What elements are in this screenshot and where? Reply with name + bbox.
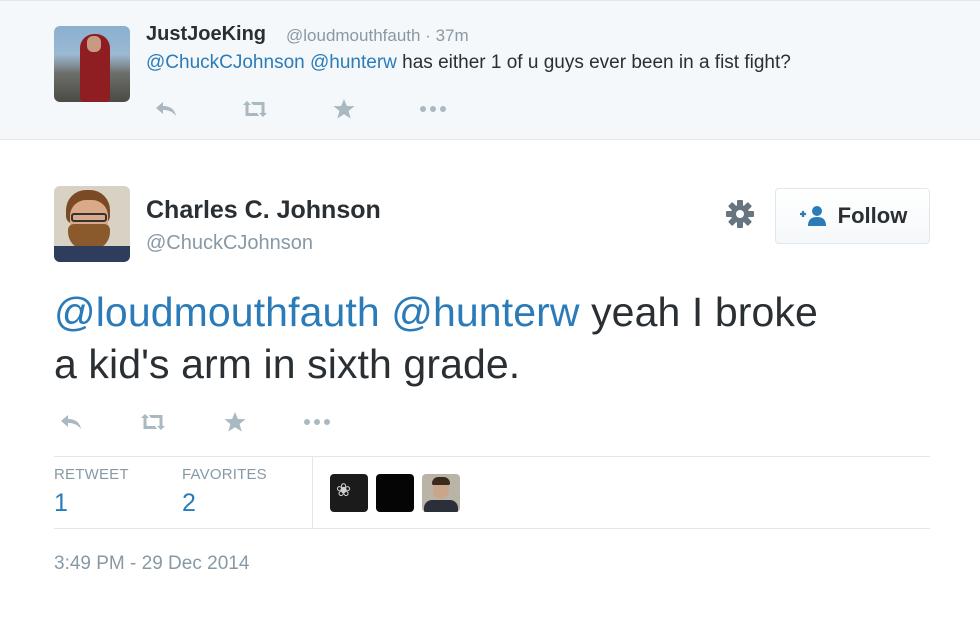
follow-person-icon bbox=[798, 205, 828, 227]
more-icon[interactable] bbox=[300, 406, 334, 438]
mention-link[interactable]: @hunterw bbox=[391, 289, 579, 335]
retweet-stat[interactable]: RETWEET 1 bbox=[54, 466, 129, 518]
parent-tweet: JustJoeKing @loudmouthfauth · 37m @Chuck… bbox=[0, 0, 980, 140]
more-icon[interactable] bbox=[413, 95, 453, 123]
favoriter-avatar[interactable]: ❀ bbox=[330, 474, 368, 512]
favoriter-avatars: ❀ bbox=[330, 474, 468, 512]
avatar-shirt bbox=[54, 246, 130, 262]
author-name[interactable]: Charles C. Johnson bbox=[146, 196, 381, 225]
stats-divider-bottom bbox=[54, 528, 930, 529]
parent-tweet-actions bbox=[146, 95, 502, 123]
parent-tweet-body: has either 1 of u guys ever been in a fi… bbox=[402, 52, 791, 73]
avatar-glasses bbox=[71, 213, 107, 222]
parent-author-meta[interactable]: @loudmouthfauth · 37m bbox=[286, 26, 469, 46]
tweet-timestamp[interactable]: 3:49 PM - 29 Dec 2014 bbox=[54, 553, 249, 575]
author-handle[interactable]: @ChuckCJohnson bbox=[146, 232, 313, 255]
favoriter-avatar[interactable] bbox=[422, 474, 460, 512]
favorites-label: FAVORITES bbox=[182, 466, 267, 483]
retweet-count: 1 bbox=[54, 489, 68, 517]
retweet-icon[interactable] bbox=[136, 406, 170, 438]
mention-link[interactable]: @loudmouthfauth bbox=[54, 289, 380, 335]
parent-avatar[interactable] bbox=[54, 26, 130, 102]
favorite-icon[interactable] bbox=[324, 95, 364, 123]
tweet-actions bbox=[54, 406, 382, 438]
avatar-face bbox=[87, 36, 101, 52]
author-avatar[interactable] bbox=[54, 186, 130, 262]
retweet-icon[interactable] bbox=[235, 95, 275, 123]
parent-tweet-text: @ChuckCJohnson @hunterw has either 1 of … bbox=[146, 52, 791, 74]
mention-link[interactable]: @hunterw bbox=[310, 52, 397, 73]
stats-separator bbox=[312, 456, 313, 528]
tweet-body-line2: a kid's arm in sixth grade. bbox=[54, 341, 521, 387]
reply-icon[interactable] bbox=[146, 95, 186, 123]
tweet-text: @loudmouthfauth @hunterw yeah I broke a k… bbox=[54, 286, 934, 390]
tweet-stats: RETWEET 1 FAVORITES 2 ❀ bbox=[54, 456, 930, 528]
favorites-stat[interactable]: FAVORITES 2 bbox=[182, 466, 267, 518]
retweet-label: RETWEET bbox=[54, 466, 129, 483]
favorite-icon[interactable] bbox=[218, 406, 252, 438]
favorites-count: 2 bbox=[182, 489, 196, 517]
tweet-body-line1: yeah I broke bbox=[591, 289, 818, 335]
gear-icon[interactable] bbox=[724, 198, 756, 230]
follow-button[interactable]: Follow bbox=[775, 188, 930, 244]
mention-link[interactable]: @ChuckCJohnson bbox=[146, 52, 305, 73]
parent-author-name[interactable]: JustJoeKing bbox=[146, 23, 266, 46]
favoriter-avatar[interactable] bbox=[376, 474, 414, 512]
reply-icon[interactable] bbox=[54, 406, 88, 438]
follow-button-label: Follow bbox=[837, 203, 908, 228]
